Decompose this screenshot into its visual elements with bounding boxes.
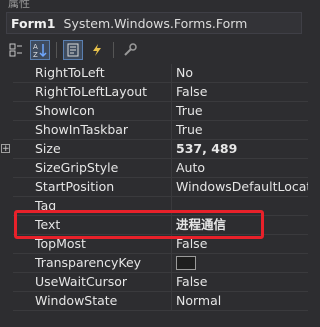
properties-icon (67, 43, 79, 57)
svg-text:Z: Z (33, 51, 38, 58)
property-value[interactable]: No (172, 64, 308, 82)
svg-text:A: A (33, 43, 38, 51)
property-value[interactable]: True (172, 102, 308, 120)
property-value[interactable]: False (172, 83, 308, 101)
property-value[interactable]: 进程通信 (172, 216, 308, 234)
property-row-transparencykey[interactable]: TransparencyKey (13, 254, 308, 273)
alphabetical-sort-icon: A Z (33, 43, 47, 58)
property-name: Text (13, 216, 172, 234)
property-grid: RightToLeft No RightToLeftLayout False S… (13, 64, 308, 311)
panel-title: 属性 (0, 0, 308, 9)
property-name: Tag (13, 197, 172, 215)
alphabetical-view-button[interactable]: A Z (30, 40, 50, 60)
property-value[interactable]: Normal (172, 292, 308, 310)
property-row-tag[interactable]: Tag (13, 197, 308, 216)
property-name: StartPosition (13, 178, 172, 196)
property-row-windowstate[interactable]: WindowState Normal (13, 292, 308, 311)
property-name: TopMost (13, 235, 172, 253)
properties-view-button[interactable] (63, 40, 83, 60)
property-row-text[interactable]: Text 进程通信 (13, 216, 308, 235)
property-name: ShowIcon (13, 102, 172, 120)
grid-gutter: + (0, 64, 13, 327)
wrench-icon (124, 43, 137, 56)
property-name: RightToLeftLayout (13, 83, 172, 101)
expand-size-icon[interactable]: + (1, 144, 10, 154)
object-type: System.Windows.Forms.Form (63, 15, 248, 31)
property-value[interactable]: 537, 489 (172, 140, 308, 158)
property-row-sizegripstyle[interactable]: SizeGripStyle Auto (13, 159, 308, 178)
property-row-topmost[interactable]: TopMost False (13, 235, 308, 254)
property-row-usewaitcursor[interactable]: UseWaitCursor False (13, 273, 308, 292)
events-view-button[interactable] (87, 40, 107, 60)
property-pages-button[interactable] (120, 40, 140, 60)
toolbar-separator (113, 42, 114, 58)
lightning-icon (93, 44, 101, 56)
object-name: Form1 (11, 15, 56, 31)
property-name: WindowState (13, 292, 172, 310)
property-value[interactable] (172, 197, 308, 215)
property-name: UseWaitCursor (13, 273, 172, 291)
property-row-size[interactable]: Size 537, 489 (13, 140, 308, 159)
property-value[interactable] (172, 254, 308, 272)
property-row-righttoleftlayout[interactable]: RightToLeftLayout False (13, 83, 308, 102)
object-selector[interactable]: Form1 System.Windows.Forms.Form (6, 12, 302, 34)
color-swatch (176, 255, 196, 270)
property-row-showintaskbar[interactable]: ShowInTaskbar True (13, 121, 308, 140)
property-toolbar: A Z (6, 38, 302, 62)
property-value[interactable]: WindowsDefaultLocation (172, 178, 308, 196)
property-name: TransparencyKey (13, 254, 172, 272)
property-value[interactable]: False (172, 273, 308, 291)
property-name: Size (13, 140, 172, 158)
property-row-righttoleft[interactable]: RightToLeft No (13, 64, 308, 83)
property-name: ShowInTaskbar (13, 121, 172, 139)
property-value[interactable]: True (172, 121, 308, 139)
categorized-view-button[interactable] (6, 40, 26, 60)
property-name: SizeGripStyle (13, 159, 172, 177)
property-row-showicon[interactable]: ShowIcon True (13, 102, 308, 121)
property-value[interactable]: False (172, 235, 308, 253)
property-row-startposition[interactable]: StartPosition WindowsDefaultLocation (13, 178, 308, 197)
toolbar-separator (56, 42, 57, 58)
categorized-icon (9, 43, 22, 57)
property-name: RightToLeft (13, 64, 172, 82)
property-value[interactable]: Auto (172, 159, 308, 177)
